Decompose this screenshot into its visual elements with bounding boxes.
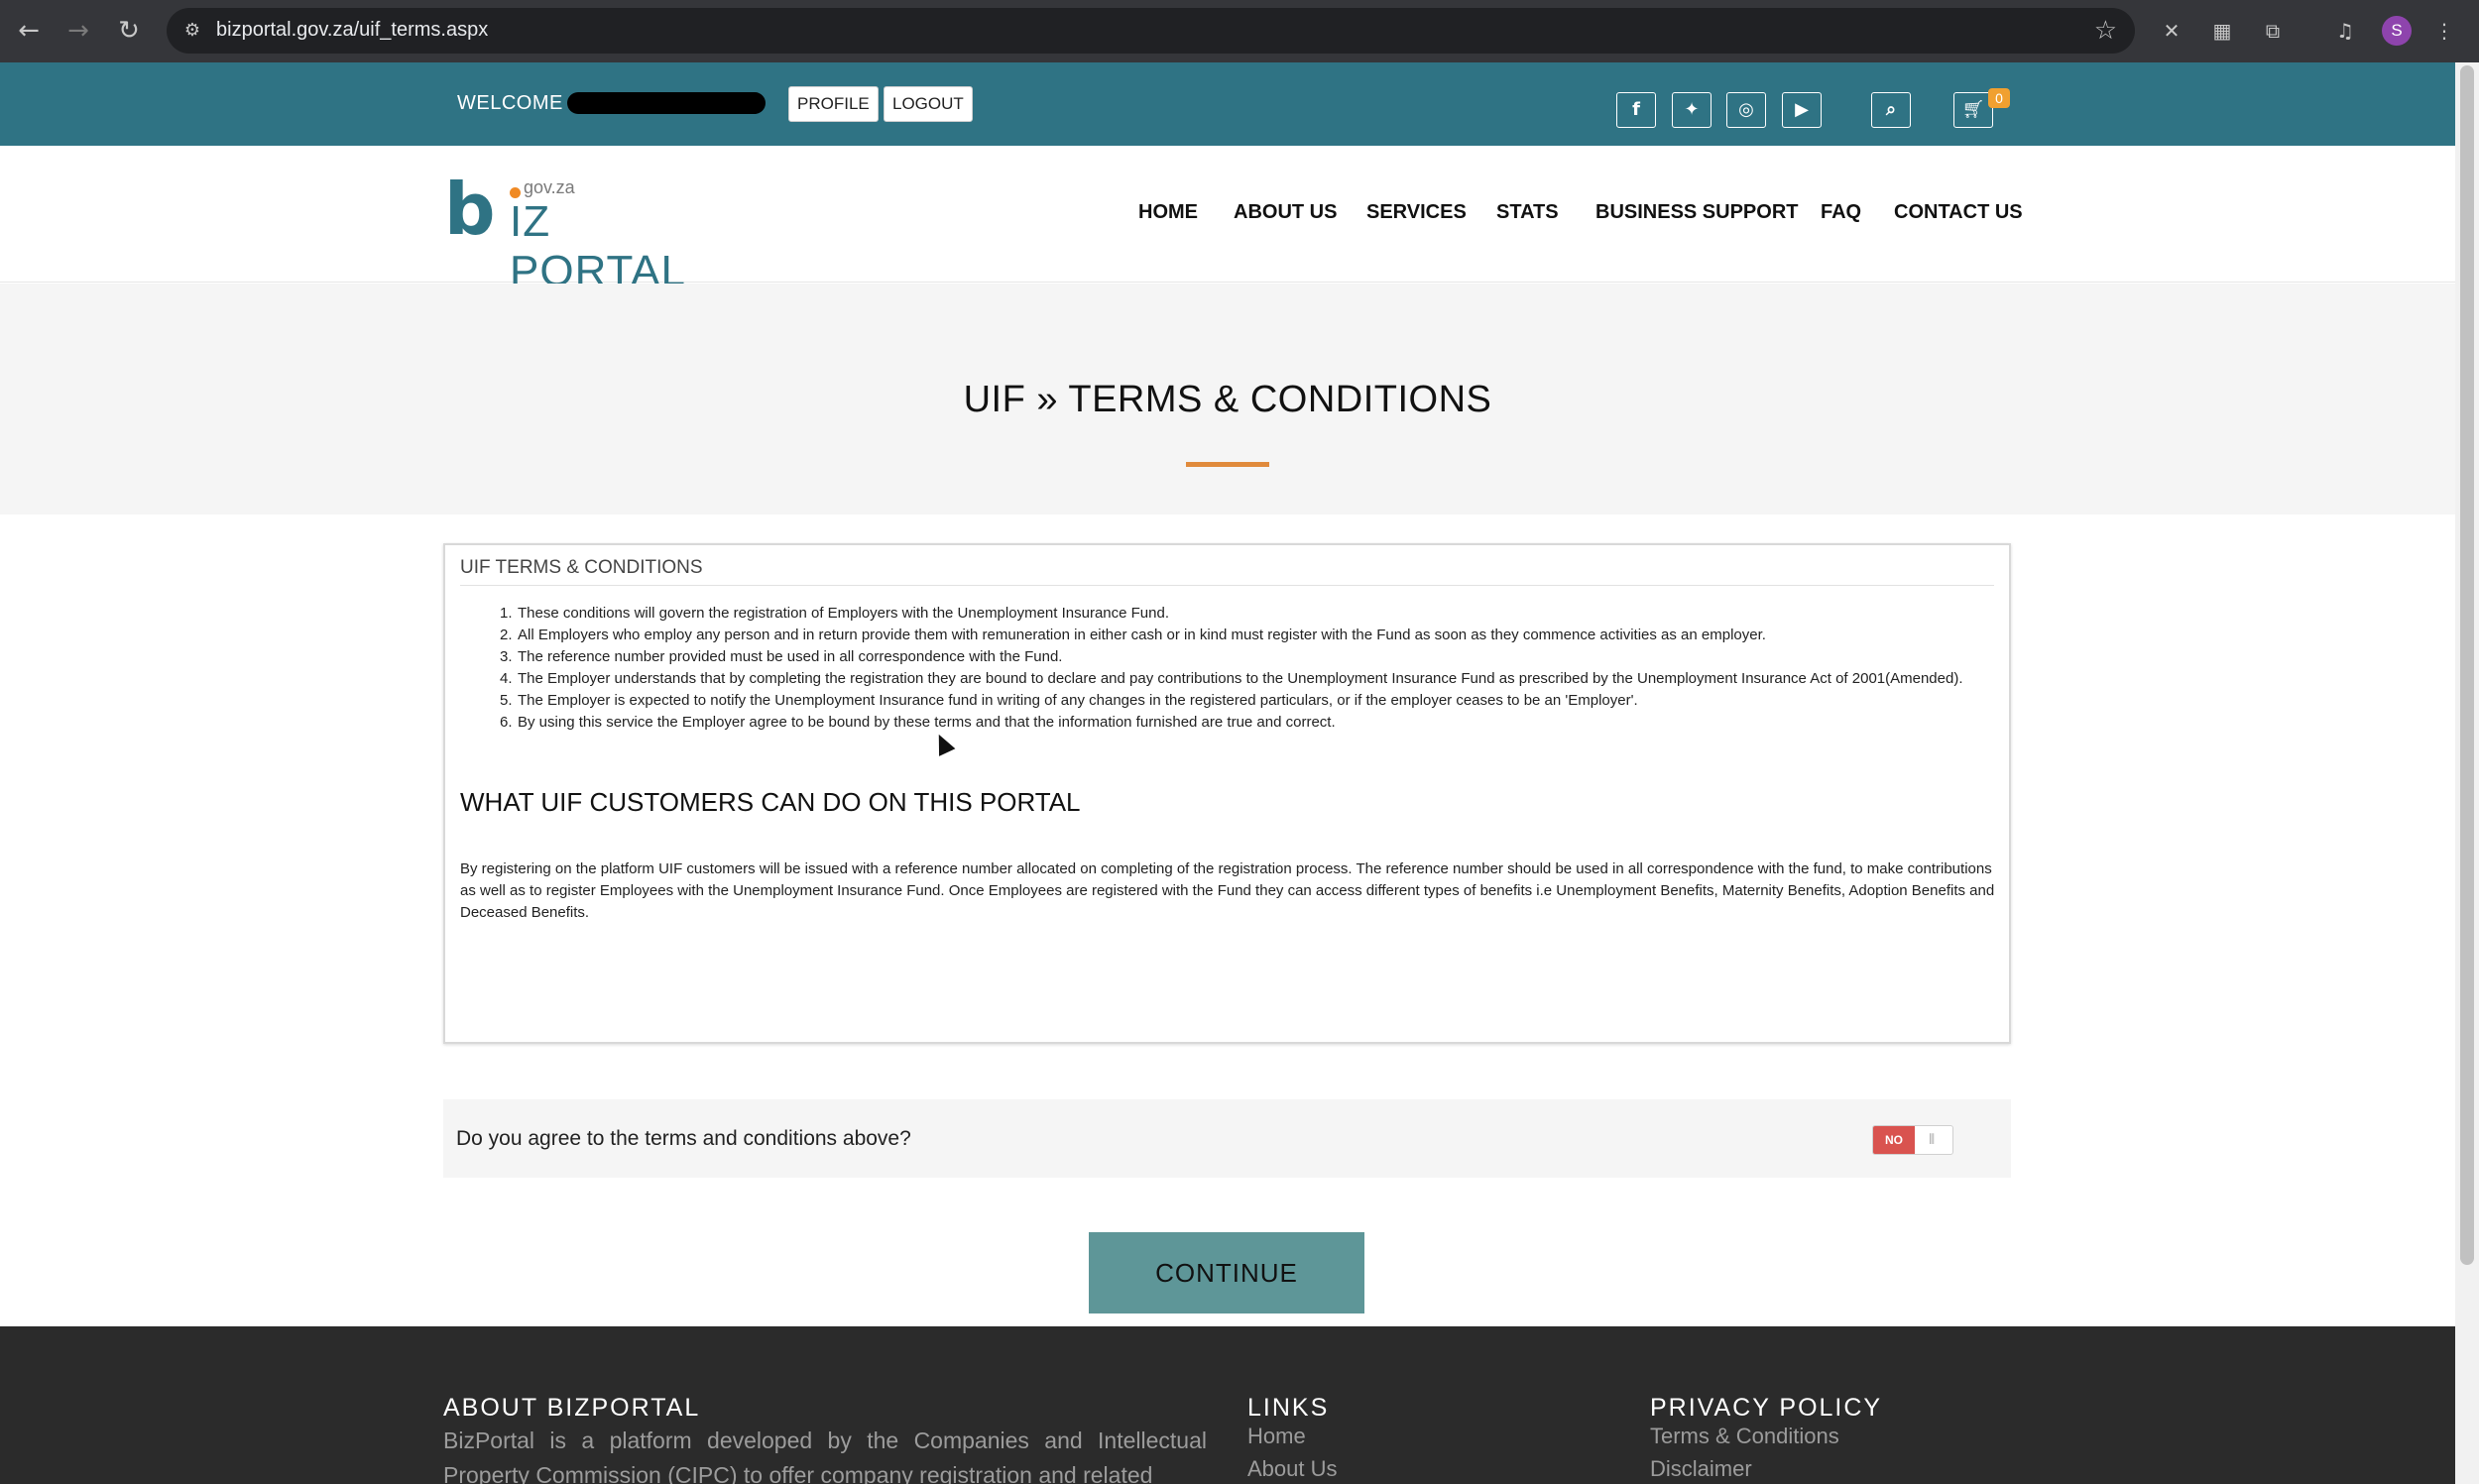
list-item: 1. These conditions will govern the regis… [500,603,1963,625]
list-text: All Employers who employ any person and … [518,627,1766,643]
list-item: 6. By using this service the Employer agr… [500,712,1963,734]
nav-contact-us[interactable]: CONTACT US [1894,201,2023,224]
profile-avatar[interactable]: S [2382,16,2412,46]
list-number: 2. [500,627,513,643]
list-number: 3. [500,648,513,665]
title-underline [1186,462,1269,467]
logo-gov-text: gov.za [524,177,575,197]
nav-about-us[interactable]: ABOUT US [1234,201,1337,224]
reload-icon[interactable]: ↻ [112,14,146,48]
bizportal-logo[interactable]: b gov.za IZ PORTAL [444,168,732,295]
site-footer: ABOUT BIZPORTAL BizPortal is a platform … [0,1326,2455,1484]
search-icon[interactable]: ⌕ [1871,92,1911,128]
nav-business-support[interactable]: BUSINESS SUPPORT [1595,201,1798,224]
nav-stats[interactable]: STATS [1496,201,1559,224]
list-text: The reference number provided must be us… [518,648,1063,665]
media-control-icon[interactable]: ♫ [2328,14,2362,48]
list-number: 6. [500,714,513,731]
page-scrollbar-thumb[interactable] [2460,65,2474,1265]
url-text[interactable]: bizportal.gov.za/uif_terms.aspx [216,19,488,42]
footer-link-terms[interactable]: Terms & Conditions [1650,1424,1839,1449]
bookmark-star-icon[interactable]: ☆ [2094,16,2117,46]
agreement-row: Do you agree to the terms and conditions… [443,1099,2011,1178]
list-number: 5. [500,692,513,709]
agree-toggle[interactable]: NO ⦀ [1872,1125,1953,1155]
toggle-no-label: NO [1873,1126,1915,1154]
toggle-handle-icon[interactable]: ⦀ [1929,1133,1943,1147]
logo-mark: b [444,168,496,251]
redacted-username [567,92,766,114]
logo-text: IZ PORTAL [510,197,686,295]
list-item: 4. The Employer understands that by compl… [500,668,1963,690]
browser-menu-icon[interactable]: ⋮ [2427,14,2461,48]
footer-links-heading: LINKS [1247,1394,1330,1422]
footer-link-home[interactable]: Home [1247,1424,1306,1449]
uif-section-text: By registering on the platform UIF custo… [460,860,1995,921]
list-item: 2. All Employers who employ any person an… [500,625,1963,646]
twitter-icon[interactable]: ✦ [1672,92,1712,128]
footer-link-disclaimer[interactable]: Disclaimer [1650,1456,1752,1482]
cart-count-badge: 0 [1988,88,2010,108]
back-arrow-icon[interactable]: ← [12,14,46,48]
agreement-question: Do you agree to the terms and conditions… [456,1127,911,1150]
welcome-label: WELCOME [457,92,563,114]
footer-link-about-us[interactable]: About Us [1247,1456,1338,1482]
list-text: By using this service the Employer agree… [518,714,1336,731]
terms-list: 1. These conditions will govern the regis… [500,603,1963,734]
list-text: The Employer is expected to notify the U… [518,692,1638,709]
cart-icon[interactable]: 🛒︎ [1953,92,1993,128]
list-number: 1. [500,605,513,622]
extension-map-icon[interactable]: ▦ [2205,14,2239,48]
terms-heading: UIF TERMS & CONDITIONS [460,557,703,578]
continue-button[interactable]: CONTINUE [1089,1232,1364,1313]
nav-home[interactable]: HOME [1138,201,1198,224]
footer-privacy-heading: PRIVACY POLICY [1650,1394,1883,1422]
terms-panel[interactable]: UIF TERMS & CONDITIONS 1. These condition… [443,543,2011,1044]
nav-services[interactable]: SERVICES [1366,201,1467,224]
logout-button[interactable]: LOGOUT [884,86,973,122]
facebook-icon[interactable]: f [1616,92,1656,128]
site-settings-icon[interactable]: ⚙ [180,19,204,43]
list-text: The Employer understands that by complet… [518,670,1963,687]
profile-button[interactable]: PROFILE [788,86,879,122]
footer-about-text: BizPortal is a platform developed by the… [443,1427,1207,1484]
top-user-bar: WELCOME PROFILE LOGOUT f ✦ ◎ ▶ ⌕ 🛒︎ 0 [0,62,2455,146]
list-item: 5. The Employer is expected to notify the… [500,690,1963,712]
list-number: 4. [500,670,513,687]
page-title: UIF » TERMS & CONDITIONS [963,379,1492,420]
forward-arrow-icon[interactable]: → [61,14,95,48]
page-hero: UIF » TERMS & CONDITIONS [0,284,2455,514]
browser-toolbar: ← → ↻ ⚙ bizportal.gov.za/uif_terms.aspx … [0,0,2479,62]
instagram-icon[interactable]: ◎ [1726,92,1766,128]
list-item: 3. The reference number provided must be … [500,646,1963,668]
uif-section-heading: WHAT UIF CUSTOMERS CAN DO ON THIS PORTAL [460,787,1081,817]
extension-x-icon[interactable]: ✕ [2155,14,2188,48]
nav-faq[interactable]: FAQ [1821,201,1861,224]
address-bar[interactable]: ⚙ bizportal.gov.za/uif_terms.aspx ☆ [167,8,2135,54]
terms-divider [460,585,1994,586]
extensions-puzzle-icon[interactable]: ⧉ [2256,14,2290,48]
youtube-icon[interactable]: ▶ [1782,92,1822,128]
footer-about-heading: ABOUT BIZPORTAL [443,1394,701,1422]
list-text: These conditions will govern the registr… [518,605,1169,622]
site-header: b gov.za IZ PORTAL HOME ABOUT US SERVICE… [0,146,2455,295]
